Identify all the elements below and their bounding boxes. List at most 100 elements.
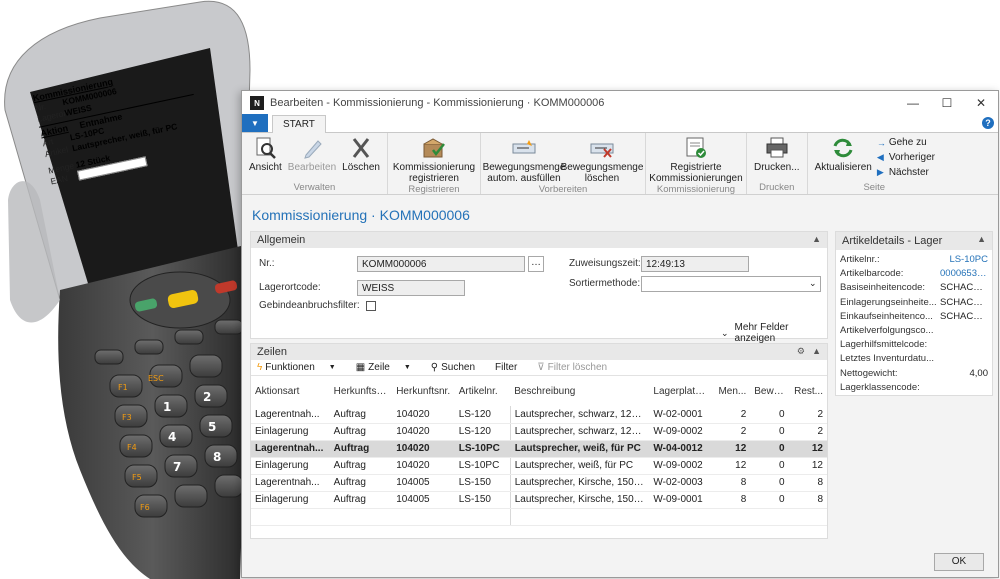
table-row[interactable]: Einlagerung Auftrag 104020 LS-120 Lautsprech… — [251, 423, 827, 441]
cell-menge[interactable]: 12 — [711, 457, 751, 475]
table-row[interactable]: Lagerentnah... Auftrag 104020 LS-120 Lautspr… — [251, 406, 827, 424]
cell-herkunftsnr[interactable]: 104005 — [392, 491, 455, 509]
table-row[interactable]: Lagerentnah... Auftrag 104020 LS-10PC Lautsp… — [251, 440, 827, 458]
cell-bewegungsmenge[interactable]: 0 — [750, 474, 789, 492]
cell-bewegungsmenge[interactable]: 0 — [750, 423, 789, 441]
cell-menge[interactable]: 8 — [711, 491, 751, 509]
gehe-zu-button[interactable]: → Gehe zu — [877, 135, 935, 150]
col-bewegungsmenge[interactable]: Bewe... — [750, 376, 788, 406]
bearbeiten-button[interactable]: Bearbeiten — [285, 133, 339, 182]
cell-aktionsart[interactable]: Einlagerung — [251, 491, 330, 509]
cell-restmenge[interactable]: 2 — [788, 423, 827, 441]
registrierte-kommissionierungen-button[interactable]: Registrierte Kommissionierungen — [649, 133, 743, 184]
bewegungsmenge-autom-button[interactable]: Bewegungsmenge autom. ausfüllen — [483, 133, 565, 184]
cell-restmenge[interactable]: 8 — [788, 491, 827, 509]
lines-header[interactable]: Zeilen ⚙ ▲ — [251, 344, 827, 360]
lines-collapse-icon[interactable]: ▲ — [812, 346, 821, 356]
cell-empty[interactable] — [509, 508, 650, 526]
gebinde-checkbox[interactable] — [365, 300, 376, 311]
cell-artikelnr[interactable]: LS-120 — [454, 406, 511, 424]
vorheriger-button[interactable]: ◀ Vorheriger — [877, 150, 935, 165]
factbox-collapse-icon[interactable]: ▲ — [977, 234, 986, 244]
cell-lagerplatzcode[interactable]: W-09-0002 — [649, 457, 712, 475]
help-icon[interactable]: ? — [982, 117, 994, 129]
cell-empty[interactable] — [788, 508, 827, 526]
cell-herkunftsnr[interactable]: 104020 — [392, 440, 455, 458]
cell-herkunftsnr[interactable]: 104020 — [392, 423, 455, 441]
cell-bewegungsmenge[interactable]: 0 — [750, 440, 789, 458]
cell-restmenge[interactable]: 8 — [788, 474, 827, 492]
cell-lagerplatzcode[interactable]: W-02-0003 — [649, 474, 712, 492]
maximize-button[interactable]: ☐ — [930, 91, 964, 115]
tab-start[interactable]: START — [272, 115, 326, 133]
cell-beschreibung[interactable]: Lautsprecher, schwarz, 120 W — [509, 423, 650, 441]
cell-empty[interactable] — [392, 508, 455, 526]
cell-aktionsart[interactable]: Einlagerung — [251, 423, 330, 441]
table-row-empty[interactable] — [251, 508, 827, 526]
ansicht-button[interactable]: Ansicht — [246, 133, 285, 182]
cell-herkunftsnr[interactable]: 104020 — [392, 457, 455, 475]
cell-beschreibung[interactable]: Lautsprecher, Kirsche, 150 W — [509, 474, 650, 492]
collapse-icon[interactable]: ▲ — [812, 234, 821, 244]
drucken-button[interactable]: Drucken... — [751, 133, 803, 182]
cell-herkunftsbeleg[interactable]: Auftrag — [329, 406, 393, 424]
col-lagerplatzcode[interactable]: Lagerplatzc... — [649, 376, 712, 406]
cell-beschreibung[interactable]: Lautsprecher, Kirsche, 150 W — [509, 491, 650, 509]
col-aktionsart[interactable]: Aktionsart — [251, 376, 330, 406]
lagerortcode-input[interactable]: WEISS — [357, 280, 465, 296]
cell-empty[interactable] — [454, 508, 511, 526]
filter-button[interactable]: Filter — [495, 362, 527, 373]
settings-gear-icon[interactable]: ⚙ — [797, 346, 805, 357]
cell-restmenge[interactable]: 12 — [788, 457, 827, 475]
col-restmenge[interactable]: Rest... — [789, 376, 827, 406]
sortiermethode-select[interactable] — [641, 276, 821, 292]
col-beschreibung[interactable]: Beschreibung — [510, 376, 649, 406]
cell-lagerplatzcode[interactable]: W-09-0002 — [649, 423, 712, 441]
cell-aktionsart[interactable]: Lagerentnah... — [251, 474, 330, 492]
cell-lagerplatzcode[interactable]: W-04-0012 — [649, 440, 712, 458]
cell-herkunftsbeleg[interactable]: Auftrag — [329, 440, 393, 458]
cell-artikelnr[interactable]: LS-150 — [454, 491, 511, 509]
kommissionierung-registrieren-button[interactable]: Kommissionierung registrieren — [392, 133, 476, 184]
minimize-button[interactable]: — — [896, 91, 930, 115]
cell-herkunftsbeleg[interactable]: Auftrag — [329, 491, 393, 509]
cell-empty[interactable] — [329, 508, 393, 526]
cell-beschreibung[interactable]: Lautsprecher, weiß, für PC — [509, 440, 650, 458]
nr-assist-button[interactable]: … — [528, 256, 544, 272]
filter-loeschen-button[interactable]: ⊽ Filter löschen — [537, 362, 617, 373]
cell-aktionsart[interactable]: Lagerentnah... — [251, 440, 330, 458]
fasttab-allgemein-header[interactable]: Allgemein ▲ — [251, 232, 827, 248]
cell-empty[interactable] — [251, 508, 330, 526]
table-row[interactable]: Lagerentnah... Auftrag 104005 LS-150 Lautspr… — [251, 474, 827, 492]
cell-bewegungsmenge[interactable]: 0 — [750, 457, 789, 475]
cell-beschreibung[interactable]: Lautsprecher, weiß, für PC — [509, 457, 650, 475]
cell-artikelnr[interactable]: LS-120 — [454, 423, 511, 441]
zuweisungszeit-input[interactable]: 12:49:13 — [641, 256, 749, 272]
cell-artikelnr[interactable]: LS-10PC — [454, 440, 511, 458]
cell-bewegungsmenge[interactable]: 0 — [750, 491, 789, 509]
cell-menge[interactable]: 2 — [711, 423, 751, 441]
close-button[interactable]: ✕ — [964, 91, 998, 115]
more-fields-link[interactable]: ⌄ Mehr Felder anzeigen — [721, 322, 827, 344]
cell-aktionsart[interactable]: Lagerentnah... — [251, 406, 330, 424]
col-menge[interactable]: Men... — [712, 376, 750, 406]
cell-empty[interactable] — [711, 508, 751, 526]
cell-lagerplatzcode[interactable]: W-09-0001 — [649, 491, 712, 509]
zeile-button[interactable]: ▦ Zeile ▼ — [356, 362, 421, 373]
cell-aktionsart[interactable]: Einlagerung — [251, 457, 330, 475]
cell-empty[interactable] — [750, 508, 789, 526]
suchen-button[interactable]: ⚲ Suchen — [431, 362, 485, 373]
cell-lagerplatzcode[interactable]: W-02-0001 — [649, 406, 712, 424]
factbox-value[interactable]: 00006537... — [940, 267, 988, 281]
cell-artikelnr[interactable]: LS-10PC — [454, 457, 511, 475]
nr-input[interactable]: KOMM000006 — [357, 256, 525, 272]
cell-menge[interactable]: 12 — [711, 440, 751, 458]
cell-restmenge[interactable]: 2 — [788, 406, 827, 424]
col-artikelnr[interactable]: Artikelnr. — [455, 376, 510, 406]
cell-empty[interactable] — [649, 508, 712, 526]
bewegungsmenge-loeschen-button[interactable]: Bewegungsmenge löschen — [561, 133, 643, 184]
cell-restmenge[interactable]: 12 — [788, 440, 827, 458]
cell-herkunftsbeleg[interactable]: Auftrag — [329, 423, 393, 441]
cell-bewegungsmenge[interactable]: 0 — [750, 406, 789, 424]
cell-herkunftsbeleg[interactable]: Auftrag — [329, 457, 393, 475]
